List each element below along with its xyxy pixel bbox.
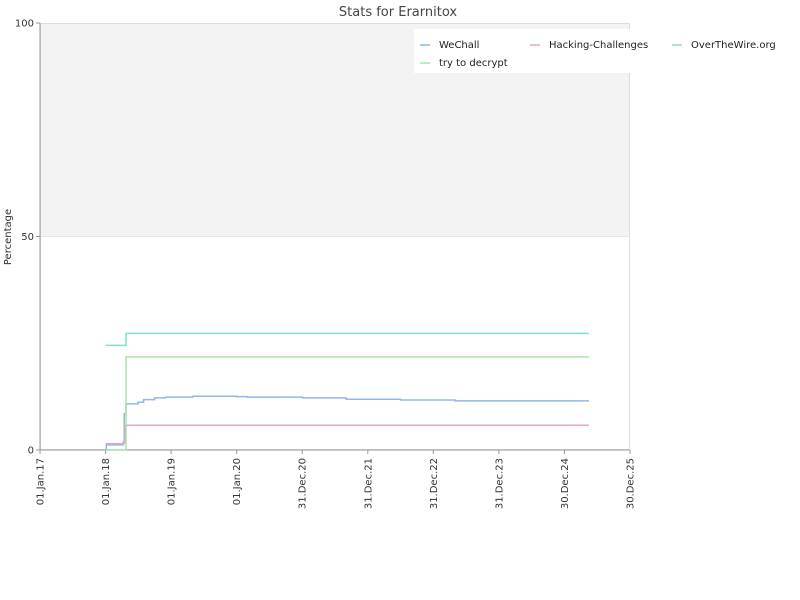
x-tick-label: 01.Jan.17 — [36, 458, 47, 505]
y-tick-label: 0 — [28, 446, 34, 457]
y-axis-ticks: 0 50 100 — [15, 19, 40, 457]
x-tick-label: 01.Jan.18 — [101, 458, 112, 505]
series-line-wechall — [105, 395, 589, 451]
y-axis-label: Percentage — [3, 209, 14, 265]
chart-title: Stats for Erarnitox — [339, 5, 457, 20]
y-tick-label: 50 — [21, 232, 34, 243]
series-lines — [105, 332, 589, 451]
legend-label: WeChall — [439, 40, 479, 51]
x-tick-label: 01.Jan.20 — [232, 458, 243, 505]
legend-label: OverTheWire.org — [691, 40, 776, 51]
x-tick-label: 31.Dec.23 — [494, 458, 505, 509]
x-tick-label: 31.Dec.20 — [298, 458, 309, 509]
x-axis-ticks: 01.Jan.17 01.Jan.18 01.Jan.19 01.Jan.20 31.D… — [36, 450, 637, 509]
chart: Stats for Erarnitox Percentage 0 50 100 01… — [3, 5, 784, 509]
y-tick-label: 100 — [15, 19, 34, 30]
x-tick-label: 31.Dec.21 — [363, 458, 374, 509]
series-line-overthewire-org — [105, 332, 589, 347]
series-line-hacking-challenges — [105, 424, 589, 445]
legend-label: try to decrypt — [439, 58, 508, 69]
x-tick-label: 30.Dec.24 — [560, 458, 571, 509]
plot-area — [39, 23, 630, 451]
x-tick-label: 30.Dec.25 — [626, 458, 637, 509]
legend: WeChall Hacking-Challenges OverTheWire.org… — [414, 29, 784, 73]
x-tick-label: 01.Jan.19 — [167, 458, 178, 505]
series-line-try-to-decrypt — [105, 356, 589, 451]
legend-label: Hacking-Challenges — [549, 40, 648, 51]
x-tick-label: 31.Dec.22 — [429, 458, 440, 509]
